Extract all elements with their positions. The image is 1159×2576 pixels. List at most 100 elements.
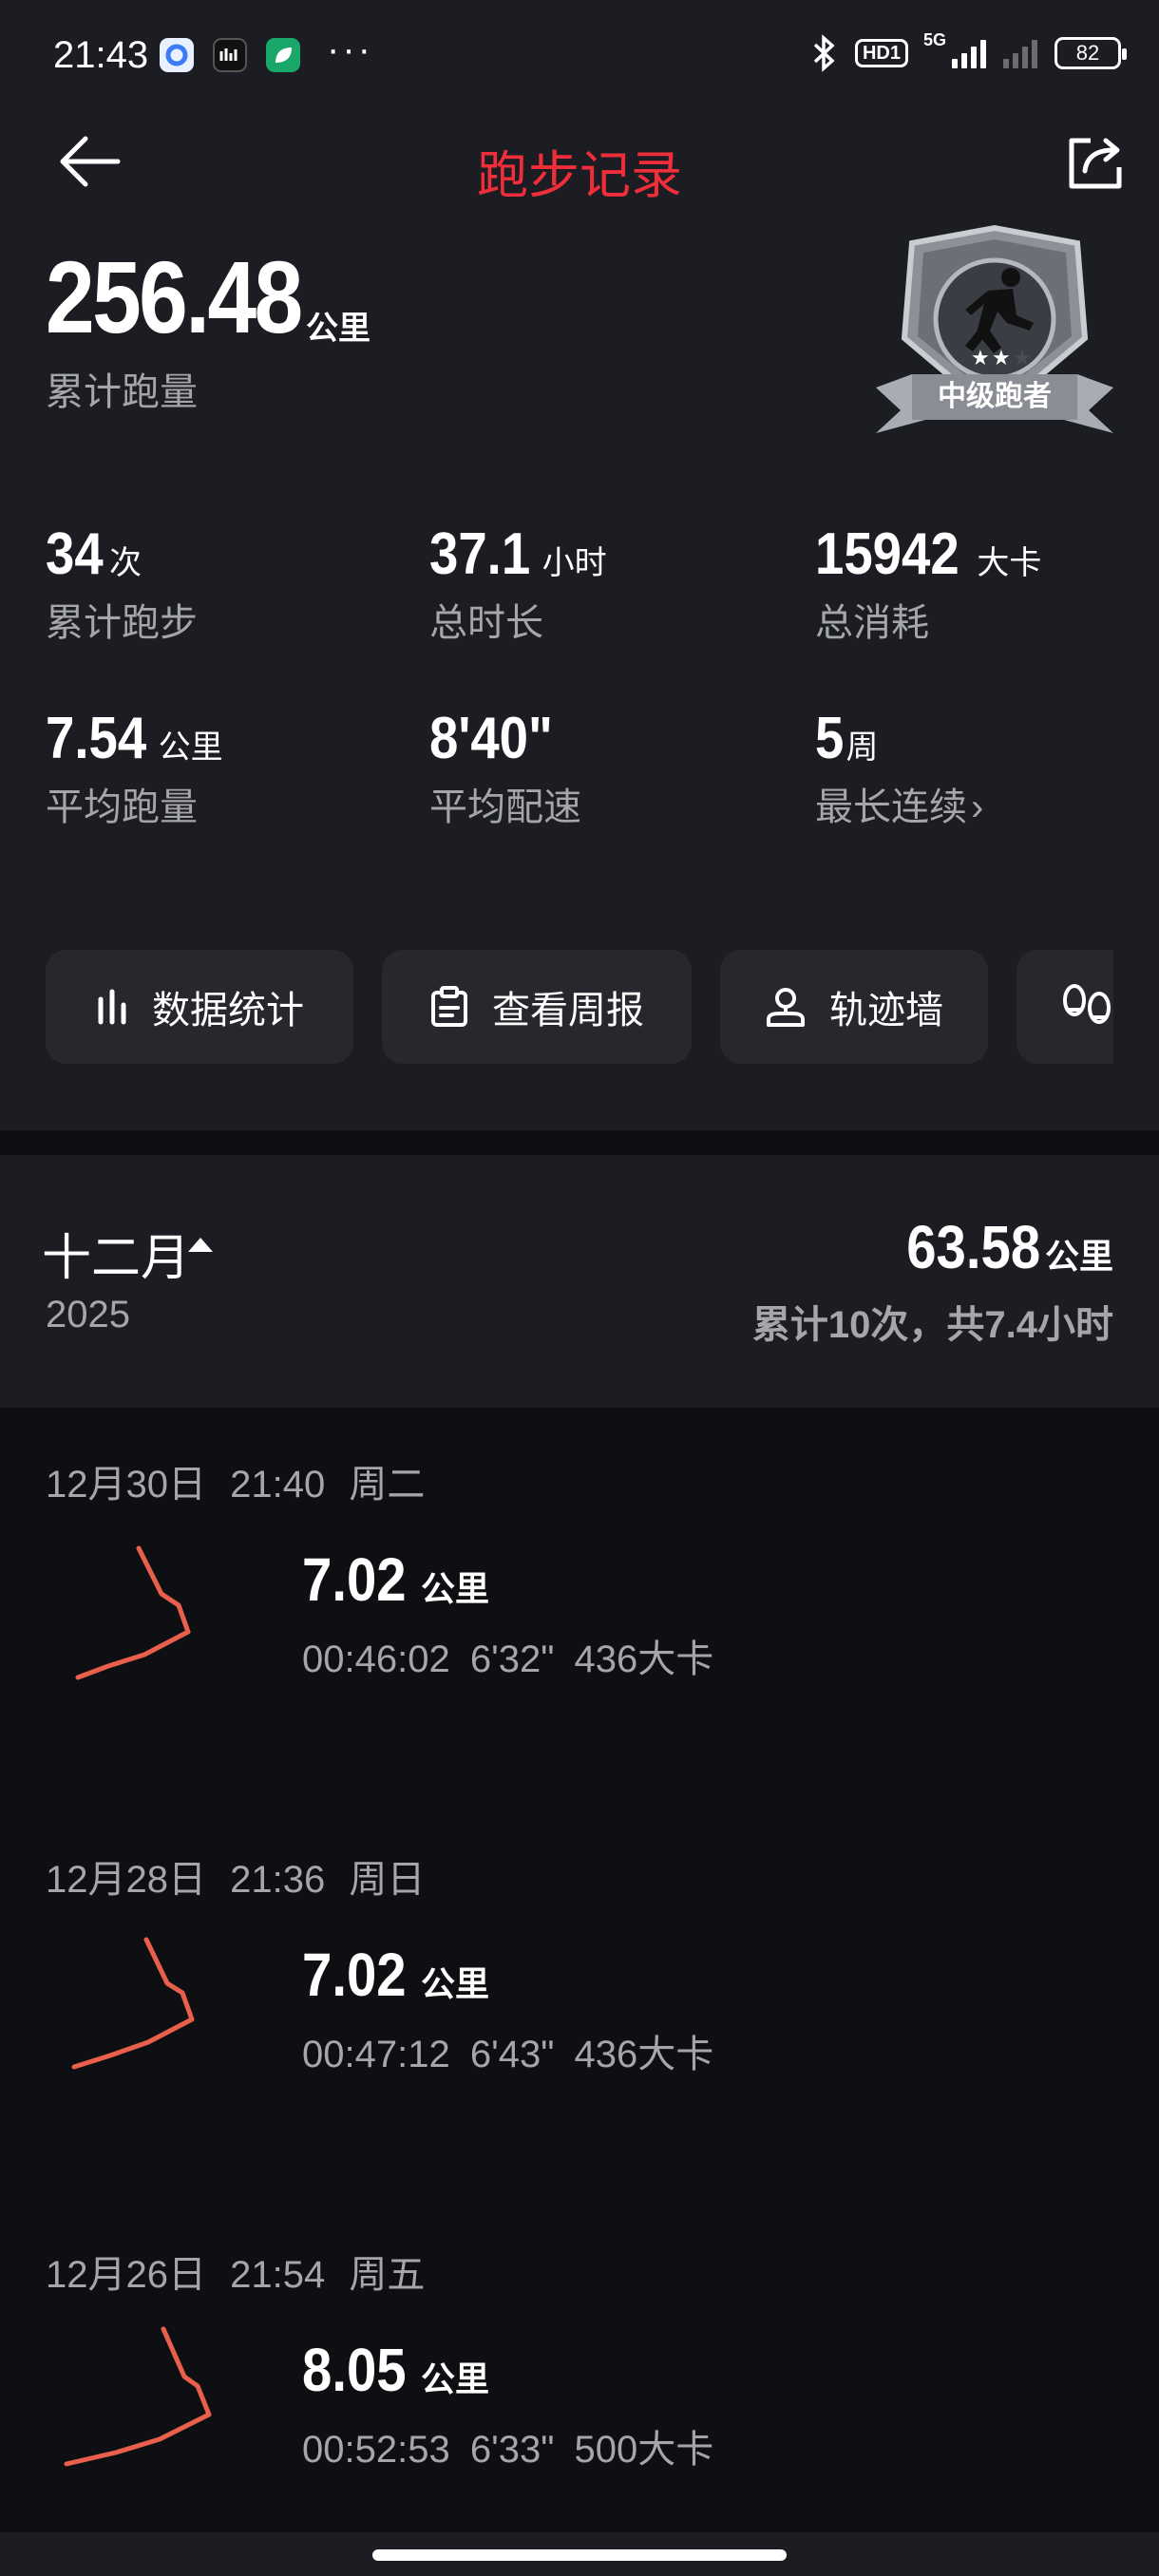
month-distance: 63.58	[906, 1213, 1041, 1281]
route-track-thumbnail	[71, 1937, 195, 2070]
record-pace: 6'33"	[469, 2429, 555, 2471]
home-indicator[interactable]	[372, 2549, 787, 2561]
svg-text:★: ★	[1013, 346, 1032, 369]
stat-label: 总消耗	[815, 602, 929, 644]
chevron-right-icon: ›	[971, 786, 984, 828]
svg-text:★: ★	[992, 346, 1011, 369]
map-pin-icon	[767, 988, 805, 1027]
stat-label: 最长连续	[815, 786, 967, 828]
record-metrics: 00:52:53 6'33" 500大卡	[302, 2418, 713, 2473]
more-notifications-icon: ···	[327, 28, 373, 70]
weekly-report-button[interactable]: 查看周报	[382, 950, 692, 1064]
month-selector[interactable]: 十二月	[42, 1218, 190, 1289]
stat-run-count: 34 次 累计跑步	[46, 521, 198, 647]
record-datetime: 12月26日 21:54 周五	[46, 2244, 425, 2299]
stat-value: 5	[815, 706, 845, 771]
stat-avg-distance: 7.54 公里 平均跑量	[46, 705, 223, 831]
stat-total-calories: 15942 大卡 总消耗	[815, 521, 1041, 647]
record-distance-unit: 公里	[421, 2359, 490, 2398]
stat-value: 7.54	[46, 706, 147, 771]
button-label: 查看周报	[492, 990, 644, 1032]
bluetooth-icon	[813, 34, 835, 72]
footprints-icon	[1063, 984, 1111, 1024]
stat-unit: 大卡	[977, 545, 1042, 581]
run-record-item[interactable]: 12月28日 21:36 周日 7.02 公里 00:47:12 6'43" 4…	[0, 1848, 1159, 2228]
record-datetime: 12月30日 21:40 周二	[46, 1453, 425, 1508]
record-distance-unit: 公里	[421, 1569, 490, 1608]
record-time: 21:36	[230, 1859, 326, 1901]
record-pace: 6'32"	[469, 1638, 555, 1680]
stat-value: 34	[46, 521, 104, 587]
runner-level-badge[interactable]: ★ ★ ★ 中级跑者	[874, 224, 1115, 443]
stat-label: 平均跑量	[46, 786, 198, 828]
total-distance: 256.48	[46, 239, 303, 354]
record-calories: 500大卡	[574, 2429, 714, 2471]
record-date: 12月28日	[46, 1859, 206, 1901]
record-weekday: 周日	[349, 1859, 426, 1901]
stat-avg-pace: 8'40" 平均配速	[429, 705, 581, 831]
battery-icon: 82	[1054, 37, 1127, 69]
footprints-button[interactable]	[1016, 950, 1113, 1064]
data-statistics-button[interactable]: 数据统计	[46, 950, 353, 1064]
section-divider	[0, 1130, 1159, 1155]
record-time: 21:54	[230, 2254, 326, 2296]
record-distance: 7.02	[302, 1545, 407, 1614]
share-icon[interactable]	[1064, 133, 1127, 192]
route-track-thumbnail	[64, 2326, 212, 2467]
caret-up-icon[interactable]	[186, 1235, 215, 1254]
record-duration: 00:52:53	[302, 2429, 450, 2471]
record-calories: 436大卡	[574, 1638, 714, 1680]
badge-label: 中级跑者	[938, 381, 1052, 412]
button-label: 数据统计	[152, 990, 304, 1032]
record-metrics: 00:47:12 6'43" 436大卡	[302, 2023, 713, 2078]
record-date: 12月30日	[46, 1464, 206, 1506]
record-distance-unit: 公里	[421, 1964, 490, 2003]
signal-5g-icon: 5G	[923, 30, 986, 68]
month-distance-unit: 公里	[1044, 1237, 1113, 1276]
stat-value: 37.1	[429, 521, 531, 587]
stat-unit: 公里	[158, 729, 223, 766]
stat-longest-streak[interactable]: 5周 最长连续 ›	[815, 705, 983, 831]
stat-label: 累计跑步	[46, 602, 198, 644]
stat-total-time: 37.1 小时 总时长	[429, 521, 607, 647]
stat-label: 总时长	[429, 602, 543, 644]
total-distance-unit: 公里	[306, 311, 370, 347]
bar-chart-icon	[98, 989, 126, 1025]
record-weekday: 周二	[349, 1464, 426, 1506]
record-duration: 00:46:02	[302, 1638, 450, 1680]
notification-music-icon	[213, 38, 247, 72]
month-year: 2025	[46, 1294, 130, 1335]
month-count-duration: 累计10次，共7.4小时	[751, 1304, 1113, 1346]
record-distance: 8.05	[302, 2336, 407, 2404]
stat-unit: 次	[108, 545, 142, 581]
button-label: 轨迹墙	[829, 990, 943, 1032]
notification-leaf-icon	[266, 38, 300, 72]
total-distance-label: 累计跑量	[46, 371, 198, 413]
run-record-item[interactable]: 12月26日 21:54 周五 8.05 公里 00:52:53 6'33" 5…	[0, 2244, 1159, 2576]
stat-value: 8'40"	[429, 706, 553, 771]
signal-sim2-icon	[1003, 38, 1037, 68]
status-time: 21:43	[53, 34, 149, 76]
run-record-item[interactable]: 12月30日 21:40 周二 7.02 公里 00:46:02 6'32" 4…	[0, 1453, 1159, 1833]
clipboard-icon	[431, 986, 467, 1027]
record-metrics: 00:46:02 6'32" 436大卡	[302, 1628, 713, 1683]
hd-badge: HD1	[854, 39, 908, 67]
record-pace: 6'43"	[469, 2034, 555, 2075]
network-label: 5G	[923, 30, 947, 49]
stat-unit: 小时	[542, 545, 607, 581]
record-date: 12月26日	[46, 2254, 206, 2296]
stat-label: 平均配速	[429, 786, 581, 828]
record-datetime: 12月28日 21:36 周日	[46, 1848, 425, 1904]
page-title: 跑步记录	[477, 147, 682, 204]
status-bar: 21:43 ··· HD1 5G 82	[0, 0, 1159, 114]
track-wall-button[interactable]: 轨迹墙	[720, 950, 988, 1064]
record-distance: 7.02	[302, 1941, 407, 2009]
record-calories: 436大卡	[574, 2034, 714, 2075]
record-time: 21:40	[230, 1464, 326, 1506]
record-weekday: 周五	[349, 2254, 426, 2296]
stat-value: 15942	[815, 521, 960, 587]
record-duration: 00:47:12	[302, 2034, 450, 2075]
svg-text:★: ★	[971, 346, 990, 369]
route-track-thumbnail	[75, 1545, 191, 1680]
stat-unit: 周	[846, 729, 879, 766]
